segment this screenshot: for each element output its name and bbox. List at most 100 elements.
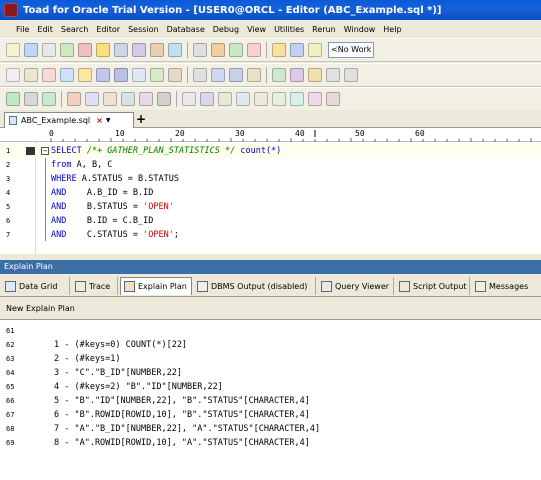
code-line[interactable]: 5 AND B.STATUS = 'OPEN' [0,200,541,214]
grid-options-icon[interactable] [182,92,196,106]
session-browser-icon[interactable] [60,43,74,57]
tab-dbms-output[interactable]: DBMS Output (disabled) [194,277,316,295]
tab-data-grid[interactable]: Data Grid [2,277,70,295]
code-token: ; [173,230,179,240]
menu-11[interactable]: Help [383,25,401,34]
code-insight-icon[interactable] [200,92,214,106]
replace-icon[interactable] [290,68,304,82]
commit-icon[interactable] [103,92,117,106]
wizard-icon[interactable] [272,43,286,57]
plsql-icon[interactable] [193,43,207,57]
uncomment-icon[interactable] [272,92,286,106]
tools-icon[interactable] [211,43,225,57]
menu-8[interactable]: Utilities [274,25,304,34]
save-all-icon[interactable] [114,68,128,82]
workspace-dropdown[interactable]: <No Work [328,42,374,58]
tab-trace[interactable]: Trace [72,277,118,295]
sql-tracker-icon[interactable] [78,43,92,57]
collapse-icon[interactable]: − [41,147,49,155]
help-icon[interactable] [247,43,261,57]
menu-10[interactable]: Window [344,25,376,34]
toggle-case-icon[interactable] [308,92,322,106]
comment-icon[interactable] [254,92,268,106]
paste-icon[interactable] [247,68,261,82]
indent-icon[interactable] [168,68,182,82]
toolbar-separator [187,67,188,83]
ruler-label: 50 [355,129,365,138]
explain-plan-icon[interactable] [67,92,81,106]
sql-icon[interactable] [42,43,56,57]
forward-icon[interactable] [344,68,358,82]
menu-5[interactable]: Database [167,25,205,34]
code-line[interactable]: 6 AND B.ID = C.B_ID [0,214,541,228]
code-line[interactable]: 2 from A, B, C [0,158,541,172]
format-icon[interactable] [150,68,164,82]
back-icon[interactable] [326,68,340,82]
bookmark-icon[interactable] [308,68,322,82]
execute-statement-icon[interactable] [6,92,20,106]
new-icon[interactable] [6,68,20,82]
execute-script-icon[interactable] [42,92,56,106]
delete-icon[interactable] [42,68,56,82]
sql-editor[interactable]: 1 − SELECT /*+ GATHER_PLAN_STATISTICS */ c… [0,142,541,254]
code-token: WHERE [51,174,82,184]
tab-dropdown-icon[interactable]: ▼ [106,117,111,124]
menu-2[interactable]: Search [61,25,88,34]
code-line[interactable]: 7 AND C.STATUS = 'OPEN'; [0,228,541,242]
cut-icon[interactable] [211,68,225,82]
database-icon[interactable] [114,43,128,57]
stop-icon[interactable] [24,92,38,106]
code-line[interactable]: 4 AND A.B_ID = B.ID [0,186,541,200]
sql-optimizer-icon[interactable] [290,92,304,106]
schema-browser-icon[interactable] [24,43,38,57]
lightning-icon[interactable] [96,43,110,57]
rollback-icon[interactable] [121,92,135,106]
tab-query-viewer[interactable]: Query Viewer [318,277,394,295]
menu-6[interactable]: Debug [213,25,239,34]
find-icon[interactable] [272,68,286,82]
open-icon[interactable] [60,68,74,82]
explain-plan-output[interactable]: 61 62 1 - (#keys=0) COUNT(*)[22] 63 2 - (#ke… [0,320,541,480]
wrap-icon[interactable] [326,92,340,106]
ruler-label: 0 [49,129,54,138]
code-line[interactable]: 1 − SELECT /*+ GATHER_PLAN_STATISTICS */ c… [0,144,541,158]
save-icon[interactable] [96,68,110,82]
toolbar-separator [176,91,177,107]
menu-0[interactable]: File [16,25,29,34]
output-text: 5 - "B"."ID"[NUMBER,22], "B"."STATUS"[CH… [54,396,310,406]
menu-7[interactable]: View [247,25,266,34]
tab-script-output[interactable]: Script Output [396,277,470,295]
sql-new-icon[interactable] [24,68,38,82]
code-token: A, B, C [76,160,113,170]
output-line: 69 8 - "A".ROWID[ROWID,10], "A"."STATUS"[… [0,436,541,450]
print-icon[interactable] [193,68,207,82]
add-tab-button[interactable]: + [136,113,146,125]
editor-icon[interactable] [6,43,20,57]
export-icon[interactable] [150,43,164,57]
grid-icon[interactable] [132,43,146,57]
menu-4[interactable]: Session [128,25,159,34]
network-icon[interactable] [290,43,304,57]
tab-explain-plan[interactable]: Explain Plan [120,277,192,295]
compare-icon[interactable] [168,43,182,57]
menu-3[interactable]: Editor [96,25,120,34]
tab-messages[interactable]: Messages [472,277,540,295]
breakpoint-marker-icon[interactable] [26,147,35,155]
bind-icon[interactable] [218,92,232,106]
auto-trace-icon[interactable] [85,92,99,106]
close-tab-icon[interactable]: × [96,116,103,125]
camera-icon[interactable] [229,43,243,57]
step-icon[interactable] [139,92,153,106]
debug-icon[interactable] [157,92,171,106]
star-icon[interactable] [308,43,322,57]
tab-abc-example[interactable]: ABC_Example.sql × ▼ [4,112,134,128]
menu-1[interactable]: Edit [37,25,53,34]
explain-plan-icon [124,281,135,292]
outline-icon[interactable] [236,92,250,106]
copy-icon[interactable] [229,68,243,82]
folder-icon[interactable] [78,68,92,82]
menu-9[interactable]: Rerun [312,25,336,34]
code-line[interactable]: 3 WHERE A.STATUS = B.STATUS [0,172,541,186]
print-preview-icon[interactable] [132,68,146,82]
output-line: 64 3 - "C"."B_ID"[NUMBER,22] [0,366,541,380]
